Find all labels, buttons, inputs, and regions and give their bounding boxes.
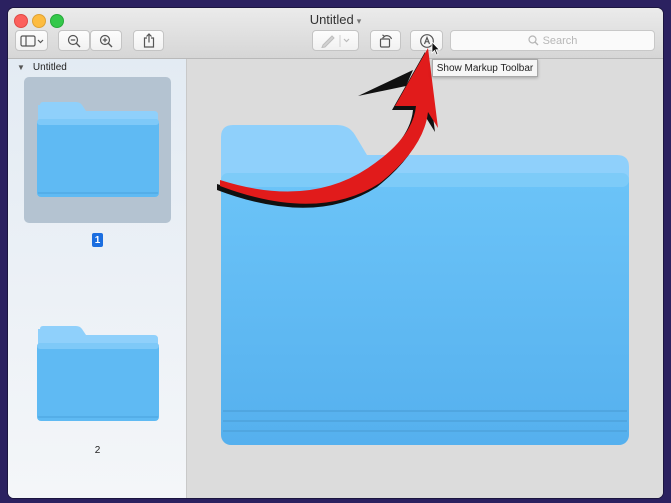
red-arrow-annotation bbox=[217, 48, 438, 208]
preview-window: Untitled ▾ Search Show Markup Toolbar ▼ … bbox=[8, 8, 663, 498]
mouse-cursor-icon bbox=[431, 41, 441, 56]
markup-tooltip: Show Markup Toolbar bbox=[432, 59, 538, 77]
